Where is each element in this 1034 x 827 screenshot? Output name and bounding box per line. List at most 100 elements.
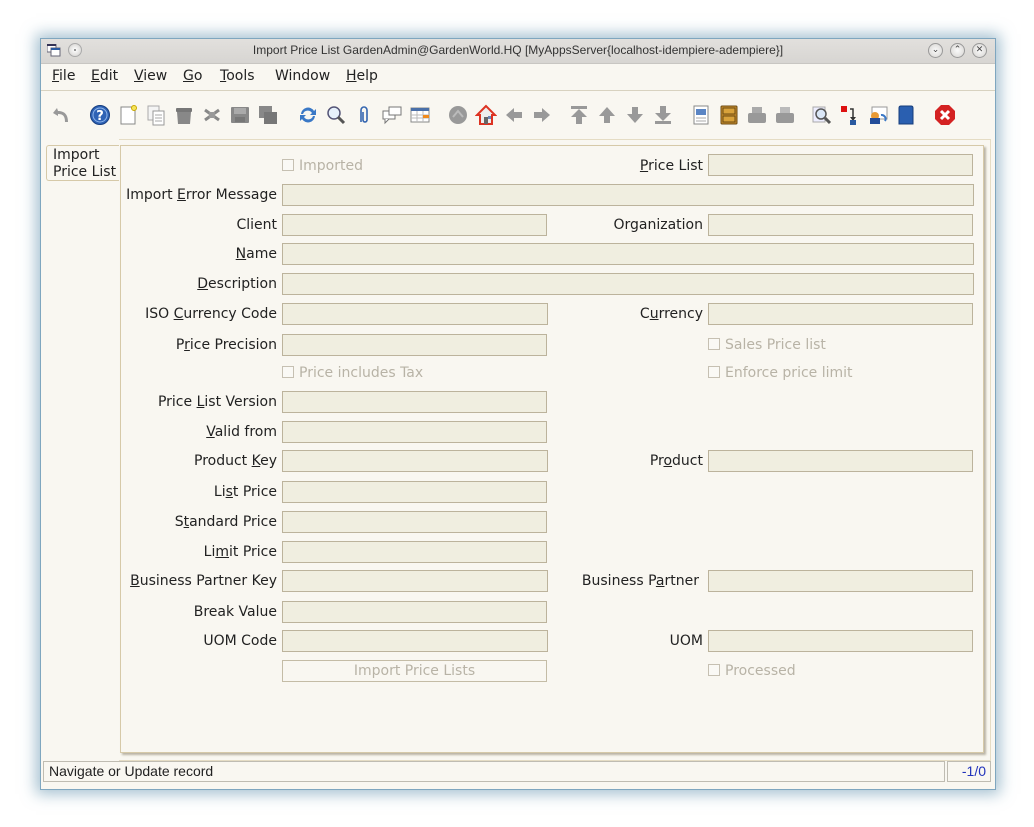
product-info-icon[interactable] (895, 104, 917, 126)
product-label: Product (649, 453, 703, 469)
business-partner-key-label: Business Partner Key (130, 573, 277, 589)
import-error-message-field[interactable] (282, 184, 974, 206)
status-bar: Navigate or Update record (43, 761, 945, 782)
parent-record-icon[interactable] (503, 104, 525, 126)
last-record-icon[interactable] (652, 104, 674, 126)
menu-window[interactable]: Window (275, 68, 330, 84)
imported-checkbox[interactable]: Imported (282, 158, 363, 174)
app-window: Import Price List GardenAdmin@GardenWorl… (40, 38, 996, 790)
valid-from-label: Valid from (206, 424, 277, 440)
checkbox-box[interactable] (708, 366, 720, 378)
menu-go[interactable]: Go (183, 68, 202, 84)
request-icon[interactable] (867, 104, 889, 126)
organization-label: Organization (613, 217, 703, 233)
minimize-button[interactable]: ⌄ (928, 43, 943, 58)
product-key-label: Product Key (194, 453, 277, 469)
menu-help[interactable]: Help (346, 68, 378, 84)
enforce-price-limit-checkbox[interactable]: Enforce price limit (708, 365, 853, 381)
standard-price-label: Standard Price (174, 514, 277, 530)
product-field[interactable] (708, 450, 973, 472)
sales-price-list-checkbox[interactable]: Sales Price list (708, 337, 826, 353)
standard-price-field[interactable] (282, 511, 547, 533)
checkbox-box[interactable] (282, 159, 294, 171)
break-value-label: Break Value (193, 604, 277, 620)
help-icon[interactable]: ? (89, 104, 111, 126)
menu-tools[interactable]: Tools (220, 68, 255, 84)
client-label: Client (236, 217, 277, 233)
chat-icon[interactable] (381, 104, 403, 126)
tab-label-line1: Import (53, 147, 100, 163)
business-partner-key-field[interactable] (282, 570, 548, 592)
menu-view[interactable]: View (134, 68, 167, 84)
home-icon[interactable] (475, 104, 497, 126)
price-list-version-label: Price List Version (157, 394, 277, 410)
iso-currency-code-label: ISO Currency Code (145, 306, 277, 322)
price-list-field[interactable] (708, 154, 973, 176)
currency-field[interactable] (708, 303, 973, 325)
list-price-field[interactable] (282, 481, 547, 503)
price-precision-field[interactable] (282, 334, 547, 356)
undo-icon[interactable] (51, 104, 73, 126)
business-partner-field[interactable] (708, 570, 973, 592)
save-icon[interactable] (229, 104, 251, 126)
uom-field[interactable] (708, 630, 973, 652)
previous-record-icon[interactable] (596, 104, 618, 126)
find-icon[interactable] (325, 104, 347, 126)
name-label: Name (235, 246, 277, 262)
processed-checkbox[interactable]: Processed (708, 663, 796, 679)
copy-record-icon[interactable] (145, 104, 167, 126)
uom-code-field[interactable] (282, 630, 548, 652)
menu-edit[interactable]: Edit (91, 68, 118, 84)
price-list-label: Price List (639, 158, 703, 174)
tab-import-price-list[interactable]: Import Price List (46, 145, 119, 181)
menu-file[interactable]: File (52, 68, 75, 84)
archive-icon[interactable] (718, 104, 740, 126)
next-record-icon[interactable] (624, 104, 646, 126)
print-icon[interactable] (774, 104, 796, 126)
delete-icon[interactable] (173, 104, 195, 126)
import-price-lists-button[interactable]: Import Price Lists (282, 660, 547, 682)
checkbox-box[interactable] (708, 338, 720, 350)
save-and-new-icon[interactable] (257, 104, 279, 126)
svg-text:?: ? (96, 109, 104, 124)
business-partner-label: Business Partner (581, 573, 699, 589)
price-list-version-field[interactable] (282, 391, 547, 413)
break-value-field[interactable] (282, 601, 547, 623)
description-field[interactable] (282, 273, 974, 295)
attachment-icon[interactable] (353, 104, 375, 126)
grid-toggle-icon[interactable] (409, 104, 431, 126)
toolbar: ? (41, 91, 995, 135)
active-workflows-icon[interactable] (839, 104, 861, 126)
new-record-icon[interactable] (117, 104, 139, 126)
tab-label-line2: Price List (53, 164, 117, 180)
uom-code-label: UOM Code (203, 633, 277, 649)
form-panel: Imported Price List Import Error Message… (120, 145, 984, 753)
description-label: Description (197, 276, 277, 292)
product-key-field[interactable] (282, 450, 548, 472)
close-window-icon[interactable] (934, 104, 956, 126)
refresh-icon[interactable] (297, 104, 319, 126)
delete-selection-icon[interactable] (201, 104, 223, 126)
checkbox-box[interactable] (708, 664, 720, 676)
price-includes-tax-checkbox[interactable]: Price includes Tax (282, 365, 423, 381)
currency-label: Currency (639, 306, 703, 322)
name-field[interactable] (282, 243, 974, 265)
detail-record-icon[interactable] (531, 104, 553, 126)
valid-from-field[interactable] (282, 421, 547, 443)
zoom-across-icon[interactable] (811, 104, 833, 126)
client-field[interactable] (282, 214, 547, 236)
report-icon[interactable] (690, 104, 712, 126)
title-bar[interactable]: Import Price List GardenAdmin@GardenWorl… (41, 39, 995, 64)
maximize-button[interactable]: ⌃ (950, 43, 965, 58)
limit-price-field[interactable] (282, 541, 547, 563)
iso-currency-code-field[interactable] (282, 303, 548, 325)
close-button[interactable]: ✕ (972, 43, 987, 58)
organization-field[interactable] (708, 214, 973, 236)
print-preview-icon[interactable] (746, 104, 768, 126)
record-counter[interactable]: -1/0 (947, 761, 991, 782)
history-icon[interactable] (447, 104, 469, 126)
list-price-label: List Price (213, 484, 277, 500)
window-title: Import Price List GardenAdmin@GardenWorl… (252, 43, 784, 57)
checkbox-box[interactable] (282, 366, 294, 378)
first-record-icon[interactable] (568, 104, 590, 126)
